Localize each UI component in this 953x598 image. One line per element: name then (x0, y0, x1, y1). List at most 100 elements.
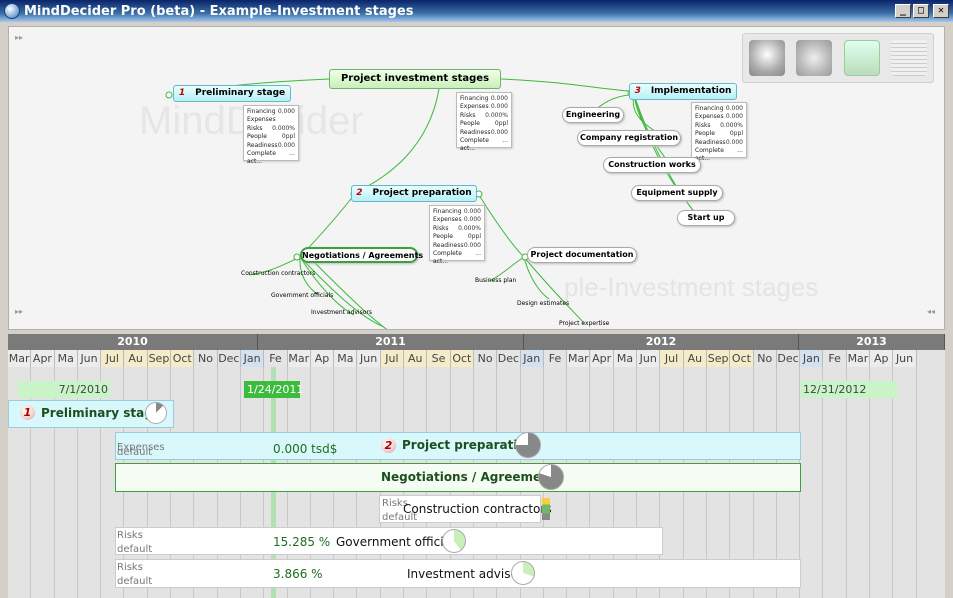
prop-label: Expenses (433, 216, 462, 224)
cloud-icon[interactable] (748, 40, 785, 76)
month-cell: Mar (8, 350, 32, 367)
prop-label: Financing (433, 208, 462, 215)
prop-value: 0ppl (281, 133, 295, 141)
document-icon[interactable] (891, 40, 928, 76)
month-cell: No (474, 350, 498, 367)
grid-column (800, 367, 824, 598)
month-cell: Oct (450, 350, 474, 367)
prop-label: Financing (460, 95, 489, 102)
grid-column (870, 367, 894, 598)
year-2013: 2013 (799, 334, 945, 350)
leaf-construction-contractors[interactable]: Construction contractors (241, 269, 315, 279)
stage-node-preliminary[interactable]: 1 Preliminary stage (173, 85, 291, 102)
prop-label: Readiness (433, 241, 464, 249)
stage-number: 1 (178, 88, 186, 98)
leaf-government-officials[interactable]: Government officials (271, 291, 333, 301)
prop-value: 0.000% (458, 224, 481, 232)
leaf-project-documentation[interactable]: Project documentation (527, 247, 637, 263)
prop-label: Financing (695, 105, 724, 112)
gantt-months-header: Mar Apr Ma Jun Jul Au Sep Oct No Dec Jan Fe Mar Ap Ma J… (8, 350, 945, 367)
prop-label: Readiness (460, 128, 491, 136)
month-cell: Oct (730, 350, 754, 367)
stage-number: 3 (634, 86, 641, 96)
prop-label: People (460, 120, 480, 128)
month-cell: No (194, 350, 218, 367)
view-mode-toolbar (742, 33, 934, 83)
prop-value: 0.000 (277, 141, 295, 149)
month-cell: Dec (776, 350, 801, 367)
stage-label: Implementation (650, 86, 732, 96)
prop-label: Complete act... (247, 149, 276, 166)
implementation-properties: Financing 0.000 Expenses 0.000 Risks 0.000%… (691, 102, 747, 162)
task-name: Negotiations / Agreements (381, 470, 563, 484)
month-cell: Dec (217, 350, 241, 367)
prop-value: 0.000% (485, 111, 508, 119)
month-cell: Fe (543, 350, 568, 367)
prop-value: 0ppl (467, 233, 481, 241)
close-button[interactable]: ✕ (933, 4, 949, 18)
stage-node-implementation[interactable]: 3 Implementation (629, 83, 737, 100)
leaf-business-plan[interactable]: Business plan (475, 276, 516, 286)
prop-value: 0.000 (463, 208, 481, 215)
leaf-construction-works[interactable]: Construction works (603, 157, 701, 173)
mindmap-view[interactable]: MindDecider ple-Investment stages ▸▸ ▸▸ … (8, 26, 945, 330)
month-cell: Apr (31, 350, 55, 367)
prop-label: Financing (247, 108, 276, 115)
prop-value: ... (737, 146, 743, 154)
prop-label: Expenses (695, 113, 724, 121)
gantt-chart[interactable]: 2010 2011 2012 2013 Mar Apr Ma Jun Jul Au Sep O… (8, 334, 945, 598)
month-cell: Jun (77, 350, 102, 367)
today-date-label: 1/24/2011 (244, 381, 303, 398)
stage-label: Project preparation (372, 188, 472, 198)
prop-label: Readiness (695, 138, 726, 146)
leaf-investment-advisors[interactable]: Investment advisors (311, 308, 372, 318)
progress-pie (145, 402, 167, 424)
month-cell: Jul (660, 350, 684, 367)
leaf-negotiations[interactable]: Negotiations / Agreements (300, 247, 423, 263)
month-cell: Jul (101, 350, 125, 367)
stage-label: Preliminary stage (195, 88, 286, 98)
task-number: 2 (381, 438, 396, 453)
title-bar[interactable]: MindDecider Pro (beta) - Example-Investm… (0, 0, 953, 22)
coins-icon[interactable] (796, 40, 833, 76)
prop-label: Readiness (247, 141, 278, 149)
app-icon (4, 3, 20, 19)
prop-value: 0.000% (720, 121, 743, 129)
task-number: 1 (20, 405, 35, 420)
stage-node-preparation[interactable]: 2 Project preparation (351, 185, 477, 202)
root-node[interactable]: Project investment stages (329, 69, 501, 89)
leaf-design-estimates[interactable]: Design estimates (517, 299, 569, 309)
hourglass-icon[interactable] (843, 40, 880, 76)
leaf-engineering[interactable]: Engineering (562, 107, 624, 123)
grid-column (847, 367, 871, 598)
month-cell: Jan (800, 350, 824, 367)
leaf-start-up[interactable]: Start up (677, 210, 735, 226)
gantt-years-header: 2010 2011 2012 2013 (8, 334, 945, 350)
start-date-label: 7/1/2010 (18, 381, 110, 398)
month-cell: Ma (54, 350, 78, 367)
maximize-button[interactable]: □ (913, 4, 929, 18)
month-cell: Apr (590, 350, 614, 367)
month-cell: Oct (171, 350, 195, 367)
minimize-button[interactable]: _ (895, 4, 911, 18)
month-cell: Jun (893, 350, 917, 367)
leaf-equipment-supply[interactable]: Equipment supply (631, 185, 723, 201)
prop-value: 0.000 (725, 138, 743, 146)
month-cell: Fe (264, 350, 288, 367)
leaf-company-registration[interactable]: Company registration (577, 130, 681, 146)
year-2010: 2010 (8, 334, 258, 350)
year-2011: 2011 (258, 334, 524, 350)
progress-pie (442, 529, 466, 553)
default-label: default (117, 576, 153, 587)
prop-label: Risks (460, 111, 476, 119)
leaf-project-expertise[interactable]: Project expertise (559, 319, 609, 329)
prop-value: 0.000 (463, 216, 481, 224)
month-cell: Mar (846, 350, 871, 367)
prop-label: People (247, 133, 267, 141)
prop-value: 0.000% (272, 124, 295, 132)
risk-value: 15.285 % (273, 535, 331, 549)
prop-value: 0.000 (725, 113, 743, 121)
root-properties: Financing 0.000 Expenses 0.000 Risks 0.000%… (456, 92, 512, 152)
end-date-label: 12/31/2012 (801, 381, 897, 398)
risks-label: Risks (117, 530, 143, 541)
